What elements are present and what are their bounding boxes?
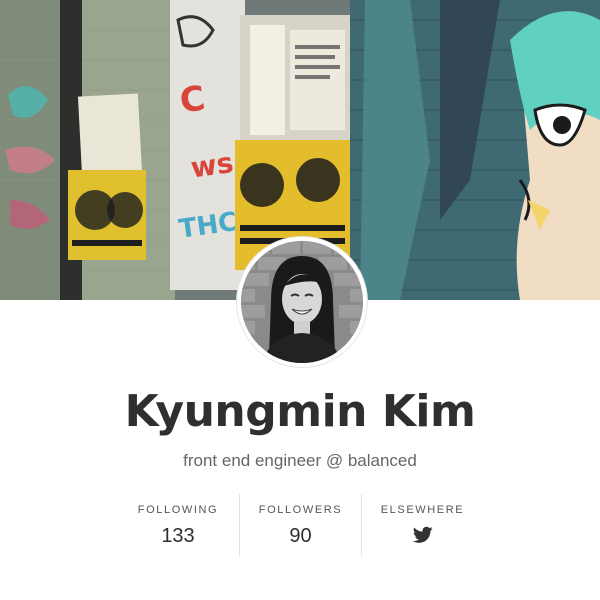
- avatar: [237, 237, 367, 367]
- svg-text:ws: ws: [189, 146, 236, 185]
- stat-followers[interactable]: FOLLOWERS 90: [239, 494, 361, 556]
- stat-followers-label: FOLLOWERS: [258, 504, 343, 516]
- stat-elsewhere-label: ELSEWHERE: [380, 504, 465, 516]
- stat-following-label: FOLLOWING: [137, 504, 219, 516]
- stat-followers-value: 90: [289, 525, 312, 547]
- stat-following-value: 133: [161, 525, 195, 547]
- twitter-icon[interactable]: [412, 526, 433, 544]
- stat-elsewhere: ELSEWHERE: [361, 494, 483, 556]
- profile-tagline: front end engineer @ balanced: [183, 451, 417, 470]
- profile-stats: FOLLOWING 133 FOLLOWERS 90 ELSEWHERE: [117, 494, 483, 556]
- profile-name: Kyungmin Kim: [124, 386, 476, 437]
- stat-following[interactable]: FOLLOWING 133: [117, 494, 239, 556]
